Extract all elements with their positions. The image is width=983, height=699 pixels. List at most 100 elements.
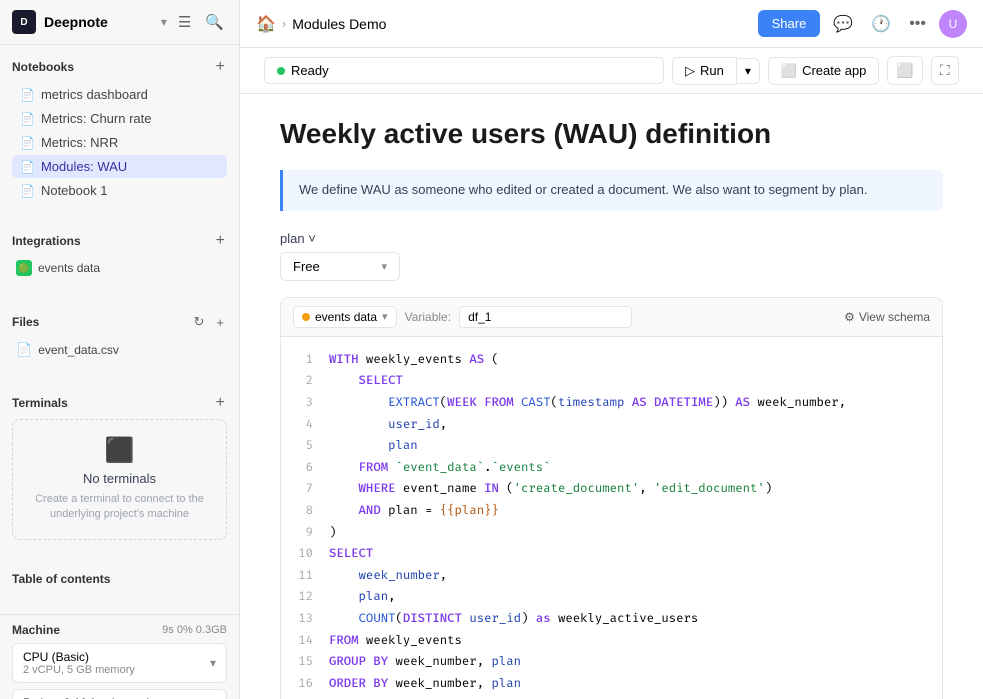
files-section: Files ↻ + 📄 event_data.csv [0,303,239,369]
topbar: 🏠 › Modules Demo Share 💬 🕐 ••• U [240,0,983,48]
code-line-14: 14FROM weekly_events [297,630,926,652]
notebooks-title: Notebooks [12,60,74,74]
integration-events-data[interactable]: 🟢 events data [12,257,227,279]
code-line-5: 5 plan [297,435,926,457]
status-label: Ready [291,63,329,78]
view-schema-button[interactable]: ⚙ View schema [844,310,930,324]
create-app-icon: ⬜ [781,63,797,79]
code-line-9: 9) [297,522,926,544]
toc-section: Table of contents [0,564,239,598]
code-line-8: 8 AND plan = {{plan}} [297,500,926,522]
terminals-title: Terminals [12,396,68,410]
cell-variable-input[interactable] [459,306,632,328]
code-line-6: 6 FROM `event_data`.`events` [297,457,926,479]
sidebar-item-metrics-dashboard[interactable]: 📄 metrics dashboard [12,83,227,106]
more-options-icon[interactable]: ••• [904,10,931,38]
breadcrumb-title: Modules Demo [292,16,386,32]
sidebar-item-label: Metrics: NRR [41,135,118,150]
python-env-card[interactable]: Python 3.10 for data science ▾ [12,689,227,699]
code-line-2: 2 SELECT [297,370,926,392]
sidebar-item-label: Metrics: Churn rate [41,111,152,126]
files-icons: ↻ + [191,311,228,333]
file-label: event_data.csv [38,343,119,357]
run-play-icon: ▷ [685,63,695,79]
code-block: 1WITH weekly_events AS ( 2 SELECT 3 EXTR… [281,337,942,699]
sidebar-item-label: metrics dashboard [41,87,148,102]
notebook-title: Weekly active users (WAU) definition [280,118,943,150]
integration-icon: 🟢 [16,260,32,276]
toc-title: Table of contents [12,572,227,586]
create-app-label: Create app [802,63,866,78]
machine-section: Machine 9s 0% 0.3GB CPU (Basic) 2 vCPU, … [0,614,239,699]
sidebar-item-label: Modules: WAU [41,159,127,174]
files-title: Files [12,315,39,329]
code-line-12: 12 plan, [297,586,926,608]
run-dropdown-button[interactable]: ▾ [737,58,760,84]
create-app-button[interactable]: ⬜ Create app [768,57,880,85]
app-chevron-icon: ▾ [161,15,167,29]
comments-icon[interactable]: 💬 [828,9,858,39]
filter-value: Free [293,259,320,274]
terminals-header: Terminals + [12,393,227,413]
sidebar-header: D Deepnote ▾ ☰ 🔍 [0,0,239,45]
cell-source-dot [302,313,310,321]
integrations-header: Integrations + [12,231,227,251]
files-refresh-icon[interactable]: ↻ [191,311,208,333]
integration-label: events data [38,261,100,275]
add-notebook-button[interactable]: + [214,57,227,77]
share-button[interactable]: Share [758,10,821,37]
notebooks-section: Notebooks + 📄 metrics dashboard 📄 Metric… [0,45,239,207]
cell-actions: ⚙ View schema [844,310,930,324]
code-line-13: 13 COUNT(DISTINCT user_id) as weekly_act… [297,608,926,630]
save-icon[interactable]: ⬜ [887,56,922,85]
sidebar: D Deepnote ▾ ☰ 🔍 Notebooks + 📄 metrics d… [0,0,240,699]
sidebar-item-label: Notebook 1 [41,183,108,198]
avatar[interactable]: U [939,10,967,38]
sidebar-item-modules-wau[interactable]: 📄 Modules: WAU [12,155,227,178]
machine-stats: 9s 0% 0.3GB [162,624,227,636]
sidebar-item-notebook1[interactable]: 📄 Notebook 1 [12,179,227,202]
breadcrumb: 🏠 › Modules Demo [256,14,750,34]
machine-info: CPU (Basic) 2 vCPU, 5 GB memory [23,650,135,676]
sidebar-item-metrics-nrr[interactable]: 📄 Metrics: NRR [12,131,227,154]
code-line-11: 11 week_number, [297,565,926,587]
sidebar-icon-group: ☰ 🔍 [175,10,227,34]
run-label: Run [700,63,724,78]
no-terminals-sublabel: Create a terminal to connect to the unde… [25,492,214,523]
topbar-actions: Share 💬 🕐 ••• U [758,9,967,39]
history-icon[interactable]: 🕐 [866,9,896,39]
filter-plan-dropdown[interactable]: Free ▾ [280,252,400,281]
expand-icon[interactable]: ⛶ [931,56,959,85]
sql-cell: events data ▾ Variable: ⚙ View schema 1W… [280,297,943,699]
notebook-body: Weekly active users (WAU) definition We … [240,94,983,699]
add-terminal-button[interactable]: + [214,393,227,413]
code-line-7: 7 WHERE event_name IN ('create_document'… [297,478,926,500]
code-line-1: 1WITH weekly_events AS ( [297,349,926,371]
add-integration-button[interactable]: + [214,231,227,251]
notebook-toolbar: Ready ▷ Run ▾ ⬜ Create app ⬜ ⛶ [240,48,983,94]
main-content: 🏠 › Modules Demo Share 💬 🕐 ••• U Ready ▷… [240,0,983,699]
machine-name: CPU (Basic) [23,650,135,664]
code-line-15: 15GROUP BY week_number, plan [297,651,926,673]
view-schema-label: View schema [859,310,930,324]
machine-card[interactable]: CPU (Basic) 2 vCPU, 5 GB memory ▾ [12,643,227,683]
home-icon[interactable]: 🏠 [256,14,276,34]
app-logo: D [12,10,36,34]
sidebar-menu-icon[interactable]: ☰ [175,10,194,34]
filter-plan-label[interactable]: plan ˅ [280,231,943,246]
cell-source-badge[interactable]: events data ▾ [293,306,397,328]
notebook-icon: 📄 [20,88,35,102]
run-button[interactable]: ▷ Run [672,57,737,85]
code-line-3: 3 EXTRACT(WEEK FROM CAST(timestamp AS DA… [297,392,926,414]
schema-icon: ⚙ [844,310,855,324]
app-name: Deepnote [44,14,153,30]
sidebar-search-icon[interactable]: 🔍 [202,10,227,34]
cell-header: events data ▾ Variable: ⚙ View schema [281,298,942,337]
notebook-icon: 📄 [20,160,35,174]
files-add-icon[interactable]: + [213,311,227,333]
machine-sub: 2 vCPU, 5 GB memory [23,664,135,676]
file-event-data[interactable]: 📄 event_data.csv [12,339,227,361]
sidebar-item-metrics-churn[interactable]: 📄 Metrics: Churn rate [12,107,227,130]
blockquote-text: We define WAU as someone who edited or c… [299,182,867,197]
filter-dropdown-arrow-icon: ▾ [381,260,387,273]
